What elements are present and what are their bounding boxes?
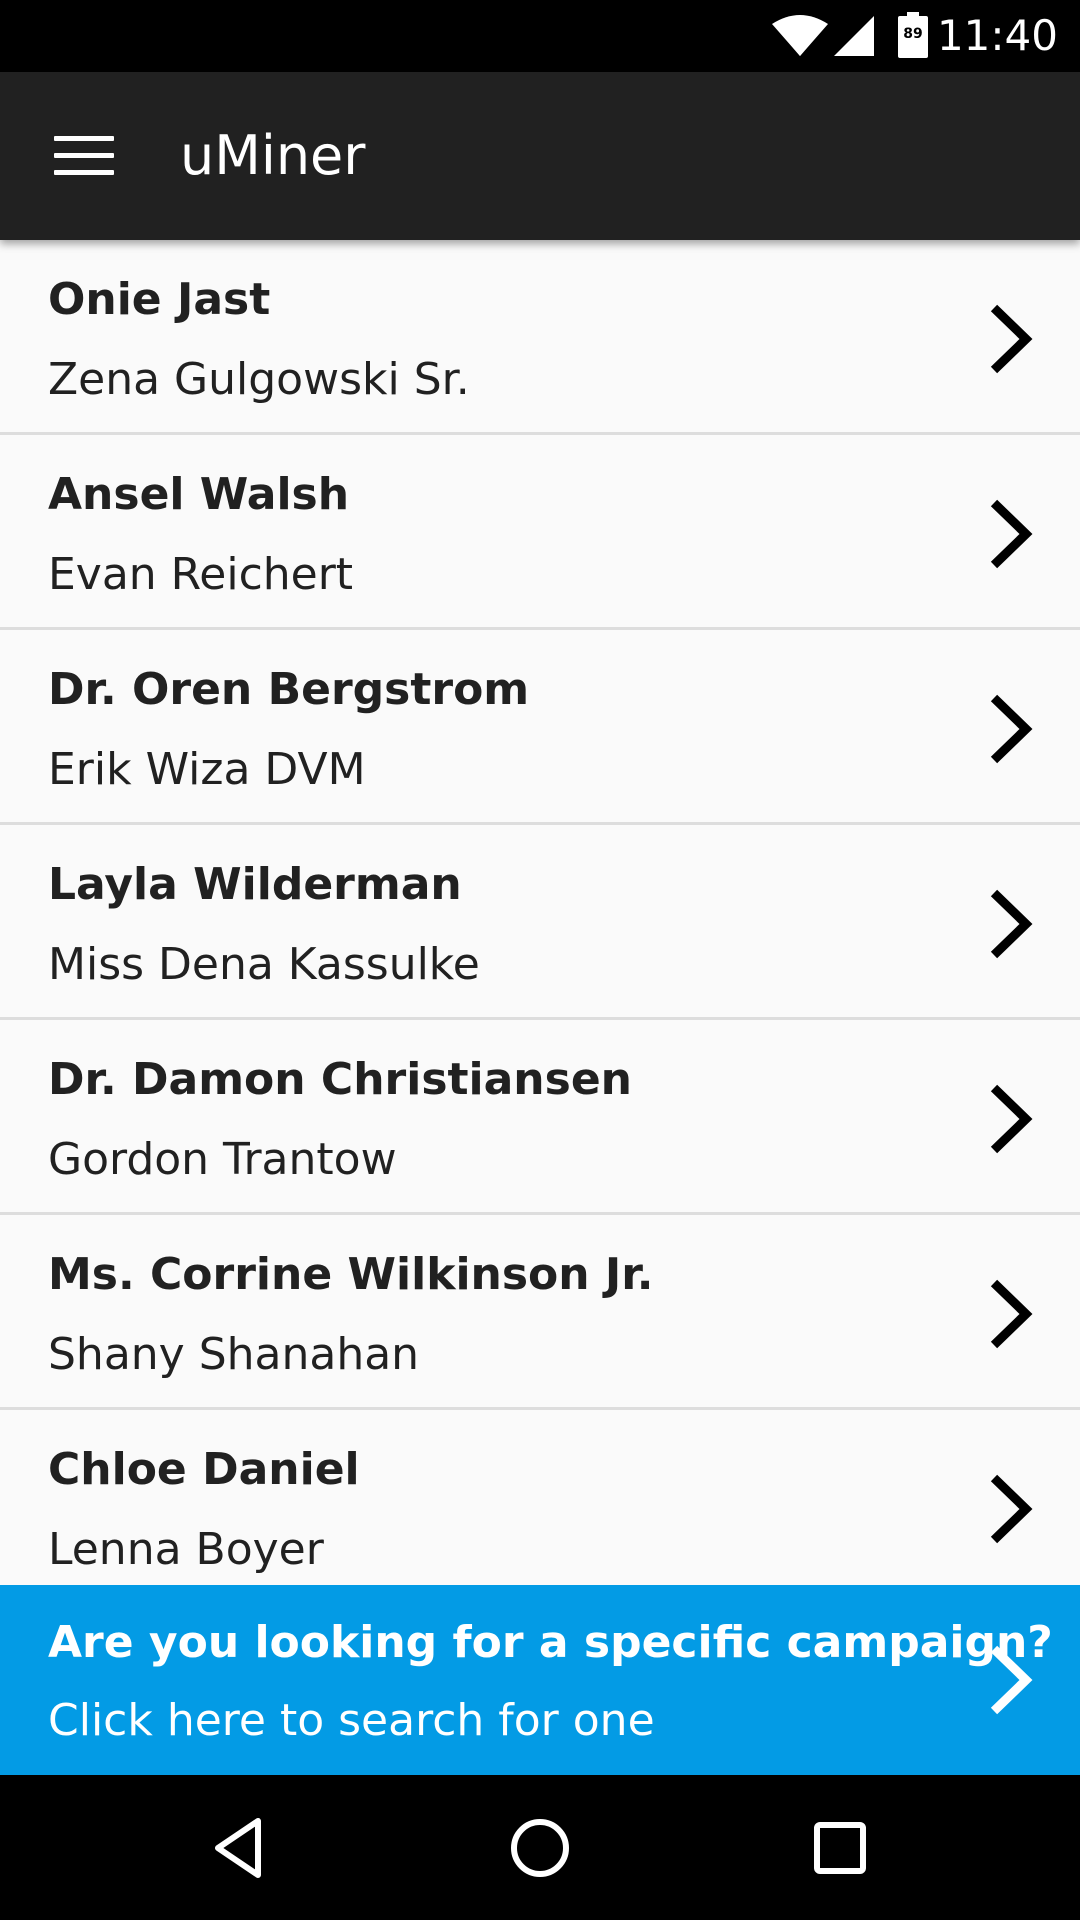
list-item[interactable]: Ms. Corrine Wilkinson Jr. Shany Shanahan [0,1215,1080,1410]
list-item-title: Onie Jast [48,274,271,325]
chevron-right-icon [990,889,1033,959]
hamburger-menu-icon[interactable] [54,136,114,176]
search-campaign-banner[interactable]: Are you looking for a specific campaign?… [0,1585,1080,1775]
chevron-right-icon [990,499,1033,569]
list-item-title: Chloe Daniel [48,1444,360,1495]
list-item-title: Ms. Corrine Wilkinson Jr. [48,1249,654,1300]
app-bar: uMiner [0,72,1080,240]
list-item[interactable]: Layla Wilderman Miss Dena Kassulke [0,825,1080,1020]
list-item[interactable]: Chloe Daniel Lenna Boyer [0,1410,1080,1585]
banner-title: Are you looking for a specific campaign? [48,1617,1053,1668]
campaign-list: Onie Jast Zena Gulgowski Sr. Ansel Walsh… [0,240,1080,1585]
list-item-subtitle: Miss Dena Kassulke [48,939,480,990]
banner-subtitle: Click here to search for one [48,1695,655,1746]
signal-icon [834,16,874,56]
list-item-subtitle: Zena Gulgowski Sr. [48,354,470,405]
list-item-title: Dr. Oren Bergstrom [48,664,530,715]
list-item-subtitle: Gordon Trantow [48,1134,397,1185]
battery-icon: 89 [898,12,928,58]
recents-icon[interactable] [800,1811,880,1885]
chevron-right-icon [990,694,1033,764]
list-item-subtitle: Evan Reichert [48,549,354,600]
list-item-title: Ansel Walsh [48,469,350,520]
chevron-right-icon [990,1084,1033,1154]
chevron-right-icon [990,304,1033,374]
system-nav-bar [0,1775,1080,1920]
wifi-icon [772,15,828,56]
home-icon[interactable] [500,1811,580,1885]
battery-level: 89 [903,26,923,42]
list-item[interactable]: Dr. Damon Christiansen Gordon Trantow [0,1020,1080,1215]
back-icon[interactable] [200,1811,280,1885]
list-item[interactable]: Onie Jast Zena Gulgowski Sr. [0,240,1080,435]
list-item-subtitle: Lenna Boyer [48,1524,324,1575]
status-bar: 89 11:40 [0,0,1080,72]
chevron-right-icon [990,1645,1033,1715]
list-item-subtitle: Erik Wiza DVM [48,744,366,795]
chevron-right-icon [990,1474,1033,1544]
list-item-title: Dr. Damon Christiansen [48,1054,632,1105]
list-item[interactable]: Dr. Oren Bergstrom Erik Wiza DVM [0,630,1080,825]
list-item-title: Layla Wilderman [48,859,462,910]
status-time: 11:40 [936,11,1058,60]
app-title: uMiner [180,124,366,187]
list-item-subtitle: Shany Shanahan [48,1329,420,1380]
chevron-right-icon [990,1279,1033,1349]
list-item[interactable]: Ansel Walsh Evan Reichert [0,435,1080,630]
